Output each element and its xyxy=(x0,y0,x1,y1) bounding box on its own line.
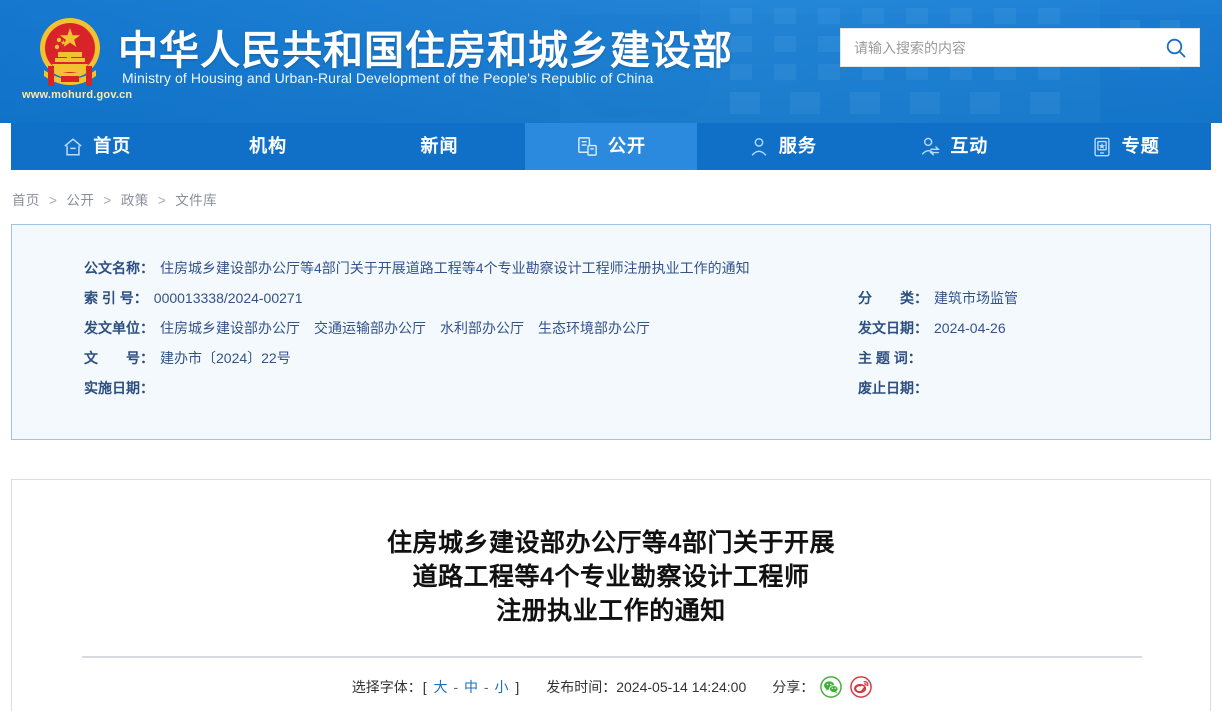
info-value: 000013338/2024-00271 xyxy=(148,290,303,306)
info-row-category: 分 类： 建筑市场监管 xyxy=(858,288,1198,318)
nav-bar: 首页 机构 新闻 公开 服务 xyxy=(11,123,1211,170)
site-header: www.mohurd.gov.cn 中华人民共和国住房和城乡建设部 Minist… xyxy=(0,0,1222,123)
china-national-emblem xyxy=(28,14,112,90)
nav-label: 服务 xyxy=(779,137,817,156)
nav-item-home[interactable]: 首页 xyxy=(11,123,182,170)
info-label: 分 类： xyxy=(858,288,928,308)
info-label: 发文日期： xyxy=(858,318,928,338)
bracket-open: [ xyxy=(422,679,428,695)
info-row-index-number: 索 引 号： 000013338/2024-00271 xyxy=(84,288,784,318)
user-service-icon xyxy=(748,136,770,158)
main-navigation: 首页 机构 新闻 公开 服务 xyxy=(0,123,1222,170)
document-share-icon xyxy=(576,135,599,158)
nav-item-topics[interactable]: 专题 xyxy=(1040,123,1211,170)
info-row-document-number: 文 号： 建办市〔2024〕22号 xyxy=(84,348,784,378)
document-info-right-column: 分 类： 建筑市场监管 发文日期： 2024-04-26 主 题 词： 废止日期… xyxy=(858,288,1198,408)
info-label: 废止日期： xyxy=(858,378,928,398)
share-group: 分享： xyxy=(772,676,872,698)
nav-label: 专题 xyxy=(1122,137,1160,156)
article-title-line-1: 住房城乡建设部办公厅等4部门关于开展 xyxy=(161,526,1061,560)
dash-separator: - xyxy=(453,679,458,695)
font-size-small-link[interactable]: 小 xyxy=(492,679,510,695)
breadcrumb-separator: > xyxy=(153,193,171,208)
page-title: 住房城乡建设部办公厅等4部门关于开展 道路工程等4个专业勘察设计工程师 注册执业… xyxy=(161,526,1061,628)
info-label: 公文名称： xyxy=(84,258,154,278)
document-info-card: 公文名称： 住房城乡建设部办公厅等4部门关于开展道路工程等4个专业勘察设计工程师… xyxy=(11,224,1211,440)
info-row-subject-terms: 主 题 词： xyxy=(858,348,1198,378)
user-exchange-icon xyxy=(919,136,941,158)
nav-label: 机构 xyxy=(249,137,287,156)
breadcrumb-item-policy[interactable]: 政策 xyxy=(121,193,149,208)
title-divider xyxy=(82,656,1142,658)
info-row-abolish-date: 废止日期： xyxy=(858,378,1198,408)
search-input[interactable] xyxy=(841,29,1153,66)
info-value: 住房城乡建设部办公厅等4部门关于开展道路工程等4个专业勘察设计工程师注册执业工作… xyxy=(154,258,750,278)
search-box[interactable] xyxy=(840,28,1200,67)
dash-separator: - xyxy=(484,679,489,695)
nav-item-disclosure[interactable]: 公开 xyxy=(525,123,696,170)
breadcrumb-separator: > xyxy=(44,193,62,208)
nav-label: 新闻 xyxy=(421,137,459,156)
nav-item-news[interactable]: 新闻 xyxy=(354,123,525,170)
document-info-left-column: 公文名称： 住房城乡建设部办公厅等4部门关于开展道路工程等4个专业勘察设计工程师… xyxy=(84,258,784,408)
info-value: 建办市〔2024〕22号 xyxy=(154,348,291,368)
nav-item-services[interactable]: 服务 xyxy=(697,123,868,170)
font-size-large-link[interactable]: 大 xyxy=(432,679,450,695)
article-meta-bar: 选择字体： [ 大 - 中 - 小 ] 发布时间： 2024-05-14 14:… xyxy=(12,676,1211,698)
nav-label: 首页 xyxy=(93,137,131,156)
breadcrumb: 首页 > 公开 > 政策 > 文件库 xyxy=(12,189,217,209)
info-label: 实施日期： xyxy=(84,378,154,398)
nav-item-interaction[interactable]: 互动 xyxy=(868,123,1039,170)
font-size-selector: 选择字体： [ 大 - 中 - 小 ] xyxy=(352,677,520,697)
info-label: 索 引 号： xyxy=(84,288,148,308)
breadcrumb-item-home[interactable]: 首页 xyxy=(12,193,40,208)
nav-item-institutions[interactable]: 机构 xyxy=(182,123,353,170)
info-row-document-name: 公文名称： 住房城乡建设部办公厅等4部门关于开展道路工程等4个专业勘察设计工程师… xyxy=(84,258,784,288)
info-row-effective-date: 实施日期： xyxy=(84,378,784,408)
breadcrumb-separator: > xyxy=(98,193,116,208)
search-icon xyxy=(1165,37,1187,59)
article-title-line-2: 道路工程等4个专业勘察设计工程师 xyxy=(161,560,1061,594)
article-card: 住房城乡建设部办公厅等4部门关于开展 道路工程等4个专业勘察设计工程师 注册执业… xyxy=(11,479,1211,711)
font-size-label: 选择字体： xyxy=(352,677,422,697)
share-label: 分享： xyxy=(772,677,814,697)
breadcrumb-item-disclosure[interactable]: 公开 xyxy=(66,193,94,208)
publish-time-label: 发布时间： xyxy=(546,677,616,697)
site-title-chinese: 中华人民共和国住房和城乡建设部 xyxy=(118,18,733,76)
publish-time-group: 发布时间： 2024-05-14 14:24:00 xyxy=(546,677,746,697)
info-label: 主 题 词： xyxy=(858,348,922,368)
info-label: 发文单位： xyxy=(84,318,154,338)
site-url: www.mohurd.gov.cn xyxy=(22,89,132,101)
home-icon xyxy=(62,136,84,158)
star-badge-icon xyxy=(1091,136,1113,158)
site-title-english: Ministry of Housing and Urban-Rural Deve… xyxy=(122,70,653,86)
breadcrumb-item-file-library[interactable]: 文件库 xyxy=(175,193,217,208)
weibo-share-icon[interactable] xyxy=(850,676,872,698)
publish-time-value: 2024-05-14 14:24:00 xyxy=(616,679,746,695)
font-size-medium-link[interactable]: 中 xyxy=(462,679,480,695)
info-label: 文 号： xyxy=(84,348,154,368)
info-value: 建筑市场监管 xyxy=(928,288,1018,308)
nav-label: 互动 xyxy=(950,137,988,156)
info-value: 2024-04-26 xyxy=(928,320,1006,336)
nav-label: 公开 xyxy=(608,137,646,156)
bracket-close: ] xyxy=(514,679,520,695)
article-title-line-3: 注册执业工作的通知 xyxy=(161,594,1061,628)
wechat-share-icon[interactable] xyxy=(820,676,842,698)
info-row-issue-date: 发文日期： 2024-04-26 xyxy=(858,318,1198,348)
info-value: 住房城乡建设部办公厅 交通运输部办公厅 水利部办公厅 生态环境部办公厅 xyxy=(154,318,650,338)
search-button[interactable] xyxy=(1153,29,1199,66)
info-row-issuing-unit: 发文单位： 住房城乡建设部办公厅 交通运输部办公厅 水利部办公厅 生态环境部办公… xyxy=(84,318,784,348)
